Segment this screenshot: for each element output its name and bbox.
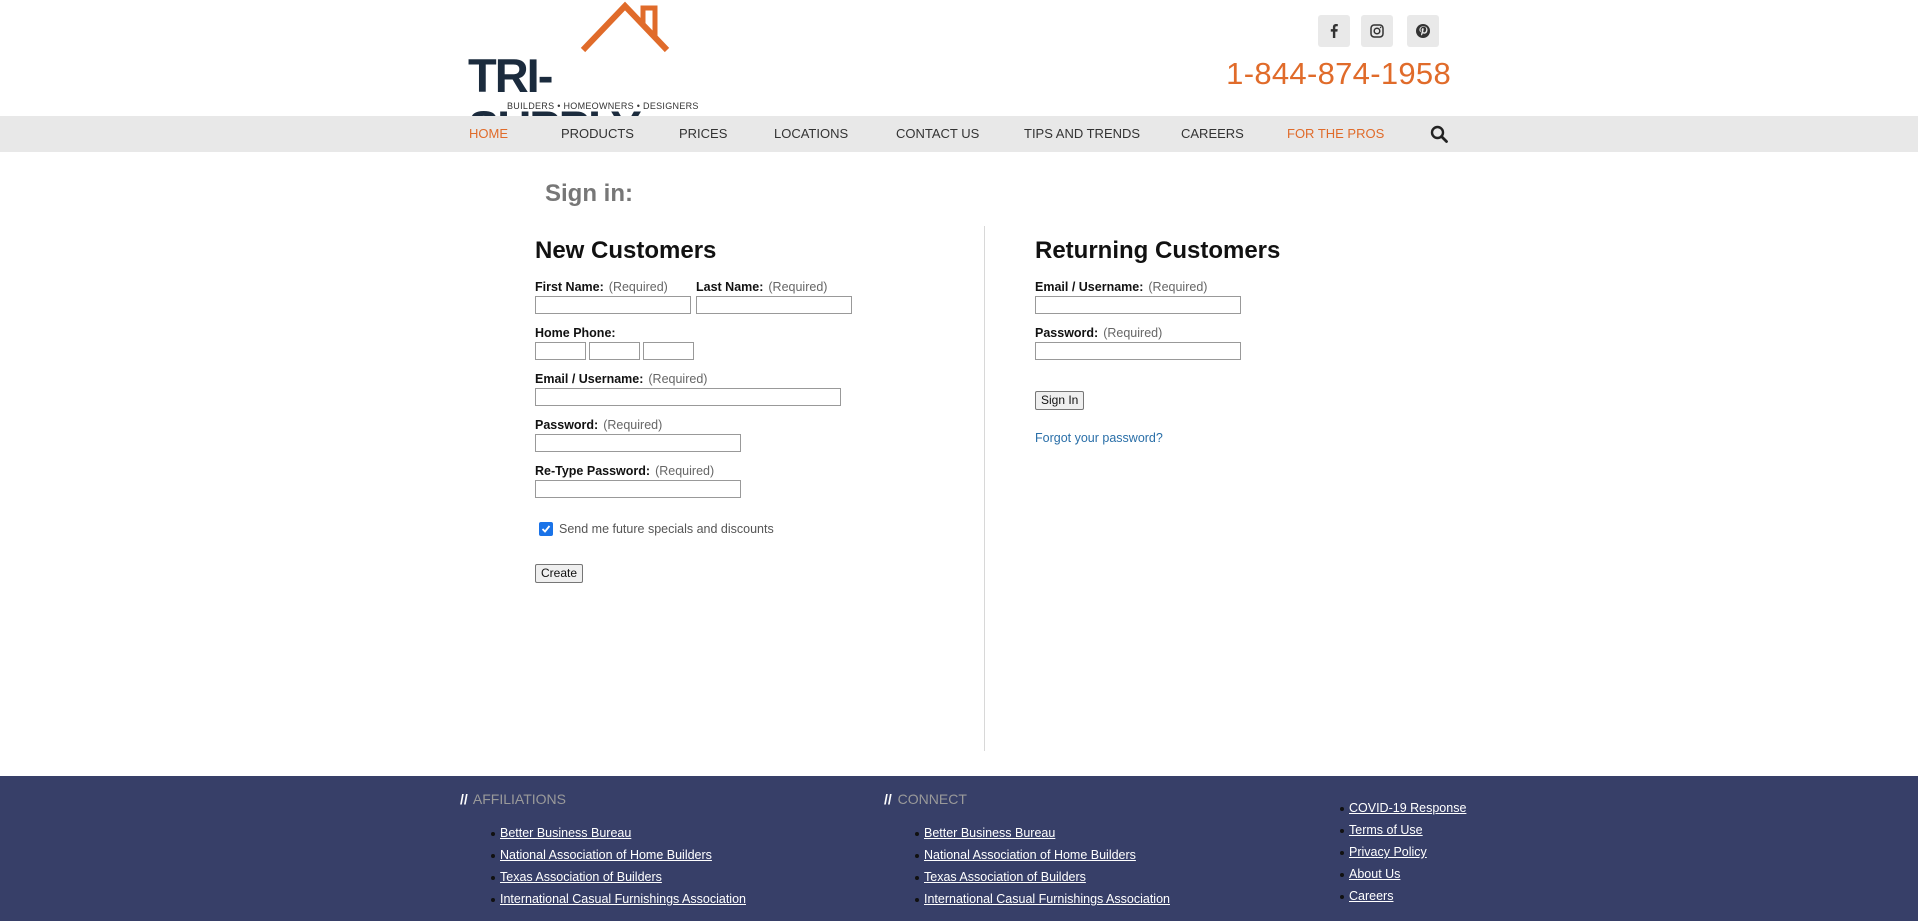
first-name-label-text: First Name: xyxy=(535,280,604,294)
returning-customers-heading: Returning Customers xyxy=(1035,237,1281,264)
required-note: (Required) xyxy=(1103,326,1163,340)
email-label-text: Email / Username: xyxy=(535,372,644,386)
main-nav: HOME PRODUCTS PRICES LOCATIONS CONTACT U… xyxy=(0,116,1918,152)
footer-link-terms[interactable]: Terms of Use xyxy=(1339,823,1466,845)
site-footer: // AFFILIATIONS Better Business Bureau N… xyxy=(0,776,1918,921)
nav-prices[interactable]: PRICES xyxy=(679,116,727,152)
password-input[interactable] xyxy=(535,434,741,452)
phone-line-input[interactable] xyxy=(643,342,694,360)
footer-link[interactable]: Texas Association of Builders xyxy=(915,870,1170,892)
page-title: Sign in: xyxy=(545,180,633,207)
column-divider xyxy=(984,226,985,751)
footer-link[interactable]: Better Business Bureau xyxy=(491,826,746,848)
nav-for-the-pros[interactable]: FOR THE PROS xyxy=(1287,116,1384,152)
specials-checkbox[interactable] xyxy=(539,522,553,536)
email-input[interactable] xyxy=(535,388,841,406)
retype-password-input[interactable] xyxy=(535,480,741,498)
first-name-input[interactable] xyxy=(535,296,691,314)
footer-link[interactable]: International Casual Furnishings Associa… xyxy=(491,892,746,914)
required-note: (Required) xyxy=(768,280,828,294)
required-note: (Required) xyxy=(603,418,663,432)
nav-home[interactable]: HOME xyxy=(469,116,508,152)
roof-logo-icon xyxy=(580,1,670,53)
check-icon xyxy=(541,525,551,533)
required-note: (Required) xyxy=(608,280,668,294)
email-label: Email / Username: (Required) xyxy=(535,372,707,386)
password-label: Password: (Required) xyxy=(535,418,662,432)
forgot-password-link[interactable]: Forgot your password? xyxy=(1035,431,1163,445)
phone-area-code-input[interactable] xyxy=(535,342,586,360)
affiliations-heading: // AFFILIATIONS xyxy=(460,791,566,807)
last-name-input[interactable] xyxy=(696,296,852,314)
instagram-icon[interactable] xyxy=(1361,15,1393,47)
phone-number[interactable]: 1-844-874-1958 xyxy=(1226,56,1451,92)
returning-email-input[interactable] xyxy=(1035,296,1241,314)
nav-locations[interactable]: LOCATIONS xyxy=(774,116,848,152)
facebook-icon[interactable] xyxy=(1318,15,1350,47)
returning-email-label: Email / Username: (Required) xyxy=(1035,280,1207,294)
footer-link[interactable]: Texas Association of Builders xyxy=(491,870,746,892)
affiliations-list: Better Business Bureau National Associat… xyxy=(491,826,746,914)
pinterest-icon[interactable] xyxy=(1407,15,1439,47)
returning-password-label-text: Password: xyxy=(1035,326,1099,340)
affiliations-heading-text: AFFILIATIONS xyxy=(472,791,566,807)
required-note: (Required) xyxy=(648,372,708,386)
nav-tips-and-trends[interactable]: TIPS AND TRENDS xyxy=(1024,116,1140,152)
specials-checkbox-label[interactable]: Send me future specials and discounts xyxy=(559,522,774,536)
nav-careers[interactable]: CAREERS xyxy=(1181,116,1244,152)
search-icon[interactable] xyxy=(1430,125,1448,143)
nav-contact-us[interactable]: CONTACT US xyxy=(896,116,979,152)
required-note: (Required) xyxy=(655,464,715,478)
first-name-label: First Name: (Required) xyxy=(535,280,668,294)
tri-supply-logo[interactable]: TRI-SUPPLY BUILDERS • HOMEOWNERS • DESIG… xyxy=(468,0,722,154)
footer-link-about[interactable]: About Us xyxy=(1339,867,1466,889)
returning-email-label-text: Email / Username: xyxy=(1035,280,1144,294)
password-label-text: Password: xyxy=(535,418,599,432)
footer-link[interactable]: International Casual Furnishings Associa… xyxy=(915,892,1170,914)
sign-in-button[interactable]: Sign In xyxy=(1035,391,1085,410)
returning-password-input[interactable] xyxy=(1035,342,1241,360)
footer-link[interactable]: National Association of Home Builders xyxy=(915,848,1170,870)
returning-password-label: Password: (Required) xyxy=(1035,326,1162,340)
retype-password-label: Re-Type Password: (Required) xyxy=(535,464,714,478)
logo-tagline: BUILDERS • HOMEOWNERS • DESIGNERS xyxy=(507,101,699,111)
footer-link[interactable]: Better Business Bureau xyxy=(915,826,1170,848)
new-customers-heading: New Customers xyxy=(535,237,717,264)
last-name-label: Last Name: (Required) xyxy=(696,280,827,294)
home-phone-label: Home Phone: xyxy=(535,326,616,340)
footer-link[interactable]: National Association of Home Builders xyxy=(491,848,746,870)
connect-list: Better Business Bureau National Associat… xyxy=(915,826,1170,914)
footer-link-careers[interactable]: Careers xyxy=(1339,889,1466,911)
retype-password-label-text: Re-Type Password: xyxy=(535,464,651,478)
footer-link-covid[interactable]: COVID-19 Response xyxy=(1339,801,1466,823)
connect-heading: // CONNECT xyxy=(884,791,967,807)
phone-prefix-input[interactable] xyxy=(589,342,640,360)
required-note: (Required) xyxy=(1148,280,1208,294)
footer-link-privacy[interactable]: Privacy Policy xyxy=(1339,845,1466,867)
create-button[interactable]: Create xyxy=(535,564,584,583)
connect-heading-text: CONNECT xyxy=(897,791,967,807)
nav-products[interactable]: PRODUCTS xyxy=(561,116,634,152)
legal-links-list: COVID-19 Response Terms of Use Privacy P… xyxy=(1339,801,1466,911)
last-name-label-text: Last Name: xyxy=(696,280,764,294)
site-header: TRI-SUPPLY BUILDERS • HOMEOWNERS • DESIG… xyxy=(0,0,1918,154)
